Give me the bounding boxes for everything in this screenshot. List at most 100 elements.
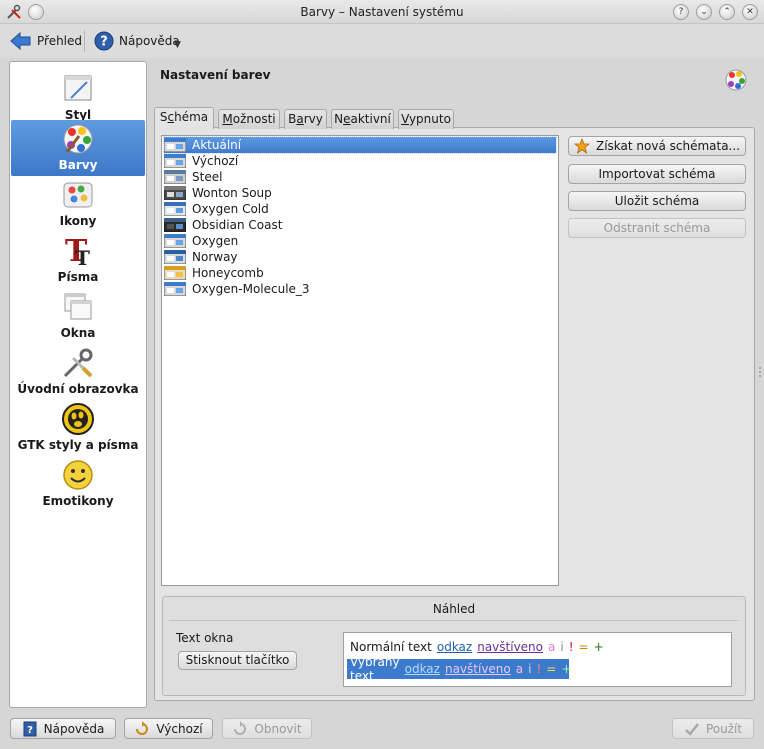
reset-defaults-icon xyxy=(136,720,149,735)
resize-grip[interactable] xyxy=(758,366,762,378)
scheme-name: Výchozí xyxy=(192,154,239,168)
get-new-schemes-button[interactable]: Získat nová schémata... xyxy=(568,136,746,156)
scheme-name: Wonton Soup xyxy=(192,186,272,200)
scheme-item[interactable]: Oxygen xyxy=(164,233,556,249)
inactive-text: i xyxy=(560,640,564,654)
arrow-left-icon xyxy=(10,31,31,51)
tab-scheme[interactable]: Schéma xyxy=(154,107,214,129)
svg-text:T: T xyxy=(75,246,90,268)
scheme-item[interactable]: Honeycomb xyxy=(164,265,556,281)
windows-icon xyxy=(64,293,92,320)
scheme-item[interactable]: Wonton Soup xyxy=(164,185,556,201)
help-menu-button[interactable]: ? Nápověda xyxy=(94,28,180,54)
scheme-name: Obsidian Coast xyxy=(192,218,283,232)
scheme-item[interactable]: Oxygen-Molecule_3 xyxy=(164,281,556,297)
sidebar-item-colors[interactable]: Barvy xyxy=(11,120,145,176)
grip-icon xyxy=(759,367,761,377)
close-icon[interactable]: ✕ xyxy=(742,4,758,20)
remove-scheme-label: Odstranit schéma xyxy=(603,221,711,235)
positive-text: + xyxy=(561,662,572,676)
preview-push-button[interactable]: Stisknout tlačítko xyxy=(178,651,297,670)
import-scheme-button[interactable]: Importovat schéma xyxy=(568,164,746,184)
overview-button[interactable]: Přehled xyxy=(10,28,82,54)
apply-button[interactable]: Použít xyxy=(672,718,754,739)
scheme-name: Steel xyxy=(192,170,223,184)
scheme-list[interactable]: Aktuální Výchozí Steel Wonton Soup Oxyge… xyxy=(161,135,559,586)
scheme-preview-icon xyxy=(164,138,186,152)
scheme-name: Oxygen-Molecule_3 xyxy=(192,282,310,296)
inactive-text: i xyxy=(528,662,532,676)
scheme-preview-icon xyxy=(164,282,186,296)
page-title: Nastavení barev xyxy=(160,68,271,82)
scheme-preview-icon xyxy=(164,266,186,280)
tab-accelerator: M xyxy=(222,112,233,126)
colors-icon xyxy=(725,69,747,91)
overview-label: Přehled xyxy=(37,34,83,48)
sidebar-item-label: GTK styly a písma xyxy=(17,438,139,452)
tab-text: rvy xyxy=(303,112,323,126)
sidebar-item-windows[interactable]: Okna xyxy=(11,288,145,344)
preview-divider xyxy=(169,620,739,621)
help-icon[interactable]: ? xyxy=(673,4,689,20)
toolbar-separator xyxy=(84,30,85,52)
scheme-preview-icon xyxy=(164,154,186,168)
sidebar-item-emoticons[interactable]: Emotikony xyxy=(11,456,145,512)
neutral-text: = xyxy=(578,640,589,654)
scheme-name: Norway xyxy=(192,250,238,264)
maximize-icon[interactable]: ⌃ xyxy=(719,4,735,20)
normal-text: Normální text xyxy=(350,640,432,654)
scheme-name: Honeycomb xyxy=(192,266,264,280)
sidebar-item-icons[interactable]: Ikony xyxy=(11,176,145,232)
sidebar-item-label: Barvy xyxy=(58,158,98,172)
tab-disabled[interactable]: Vypnuto xyxy=(398,109,454,129)
sidebar-item-label: Ikony xyxy=(59,214,97,228)
scheme-item[interactable]: Výchozí xyxy=(164,153,556,169)
scheme-preview-icon xyxy=(164,170,186,184)
scheme-preview-icon xyxy=(164,218,186,232)
visited-text: navštíveno xyxy=(477,640,544,654)
minimize-icon[interactable]: ⌄ xyxy=(696,4,712,20)
link-text: odkaz xyxy=(404,662,440,676)
icons-icon xyxy=(63,182,93,208)
scheme-preview-icon xyxy=(164,234,186,248)
apply-label: Použít xyxy=(705,721,743,736)
tab-inactive[interactable]: Neaktivní xyxy=(331,109,394,129)
scheme-item[interactable]: Steel xyxy=(164,169,556,185)
tab-text: héma xyxy=(174,110,209,124)
negative-text: ! xyxy=(568,640,574,654)
selected-text: Vybraný text xyxy=(350,655,400,683)
colors-icon xyxy=(63,124,93,154)
negative-text: ! xyxy=(536,662,542,676)
sidebar-item-splash-screen[interactable]: Úvodní obrazovka xyxy=(11,344,145,400)
scheme-item[interactable]: Aktuální xyxy=(163,136,557,154)
star-icon xyxy=(573,138,590,154)
scheme-item[interactable]: Oxygen Cold xyxy=(164,201,556,217)
fonts-icon: T T xyxy=(65,234,90,268)
help-book-icon: ? xyxy=(23,721,37,736)
reset-button[interactable]: Obnovit xyxy=(222,718,312,739)
toolbar: Přehled ? Nápověda ▼ xyxy=(0,24,764,58)
active-text: a xyxy=(515,662,524,676)
defaults-button[interactable]: Výchozí xyxy=(124,718,213,739)
sidebar-item-gtk[interactable]: GTK styly a písma xyxy=(11,400,145,456)
style-icon xyxy=(64,75,92,101)
tab-accelerator: V xyxy=(401,112,409,126)
sidebar-item-style[interactable]: Styl xyxy=(11,70,145,126)
scheme-preview-icon xyxy=(164,250,186,264)
save-scheme-button[interactable]: Uložit schéma xyxy=(568,191,746,211)
tab-colors[interactable]: Barvy xyxy=(284,109,327,129)
scheme-item[interactable]: Obsidian Coast xyxy=(164,217,556,233)
footer-help-button[interactable]: ? Nápověda xyxy=(10,718,116,739)
window-titlebar[interactable]: Barvy – Nastavení systému ? ⌄ ⌃ ✕ xyxy=(0,0,764,24)
link-text: odkaz xyxy=(436,640,473,654)
positive-text: + xyxy=(593,640,604,654)
splash-screen-icon xyxy=(63,348,93,378)
reset-label: Obnovit xyxy=(254,721,302,736)
tab-options[interactable]: Možnosti xyxy=(218,109,280,129)
sidebar-item-label: Úvodní obrazovka xyxy=(17,382,139,396)
sidebar-item-fonts[interactable]: T T Písma xyxy=(11,232,145,288)
scheme-item[interactable]: Norway xyxy=(164,249,556,265)
tab-text: ožnosti xyxy=(232,112,276,126)
remove-scheme-button[interactable]: Odstranit schéma xyxy=(568,218,746,238)
chevron-down-icon[interactable]: ▼ xyxy=(174,40,181,50)
